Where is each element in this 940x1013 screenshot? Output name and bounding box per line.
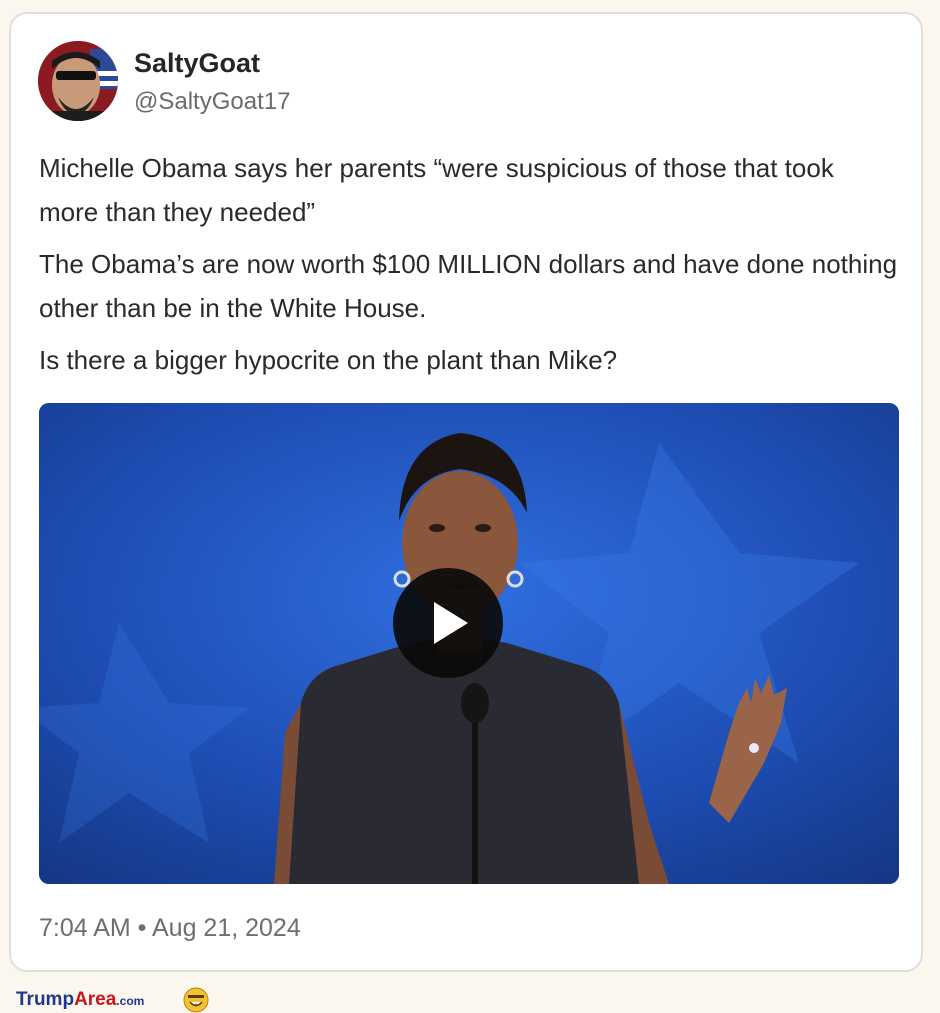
play-icon	[434, 602, 468, 644]
smiley-face-icon	[183, 987, 209, 1013]
tweet-paragraph: Is there a bigger hypocrite on the plant…	[39, 345, 618, 375]
tweet-paragraph: The Obama’s are now worth $100 MILLION d…	[39, 249, 898, 323]
avatar-image	[38, 41, 118, 121]
watermark-part-trump: Trump	[16, 989, 75, 1010]
author-handle[interactable]: @SaltyGoat17	[134, 88, 290, 116]
avatar[interactable]	[38, 41, 118, 121]
tweet-card: SaltyGoat @SaltyGoat17 Michelle Obama sa…	[9, 12, 923, 972]
tweet-timestamp[interactable]: 7:04 AM • Aug 21, 2024	[39, 914, 301, 943]
site-watermark: TrumpArea.com	[16, 989, 144, 1013]
tweet-paragraph: Michelle Obama says her parents “were su…	[39, 153, 834, 227]
author-display-name[interactable]: SaltyGoat	[134, 48, 260, 79]
tweet-text: Michelle Obama says her parents “were su…	[39, 146, 899, 390]
video-player[interactable]	[39, 403, 899, 884]
watermark-part-area: Area	[74, 989, 117, 1010]
watermark-part-com: .com	[116, 994, 145, 1008]
play-button[interactable]	[393, 568, 503, 678]
